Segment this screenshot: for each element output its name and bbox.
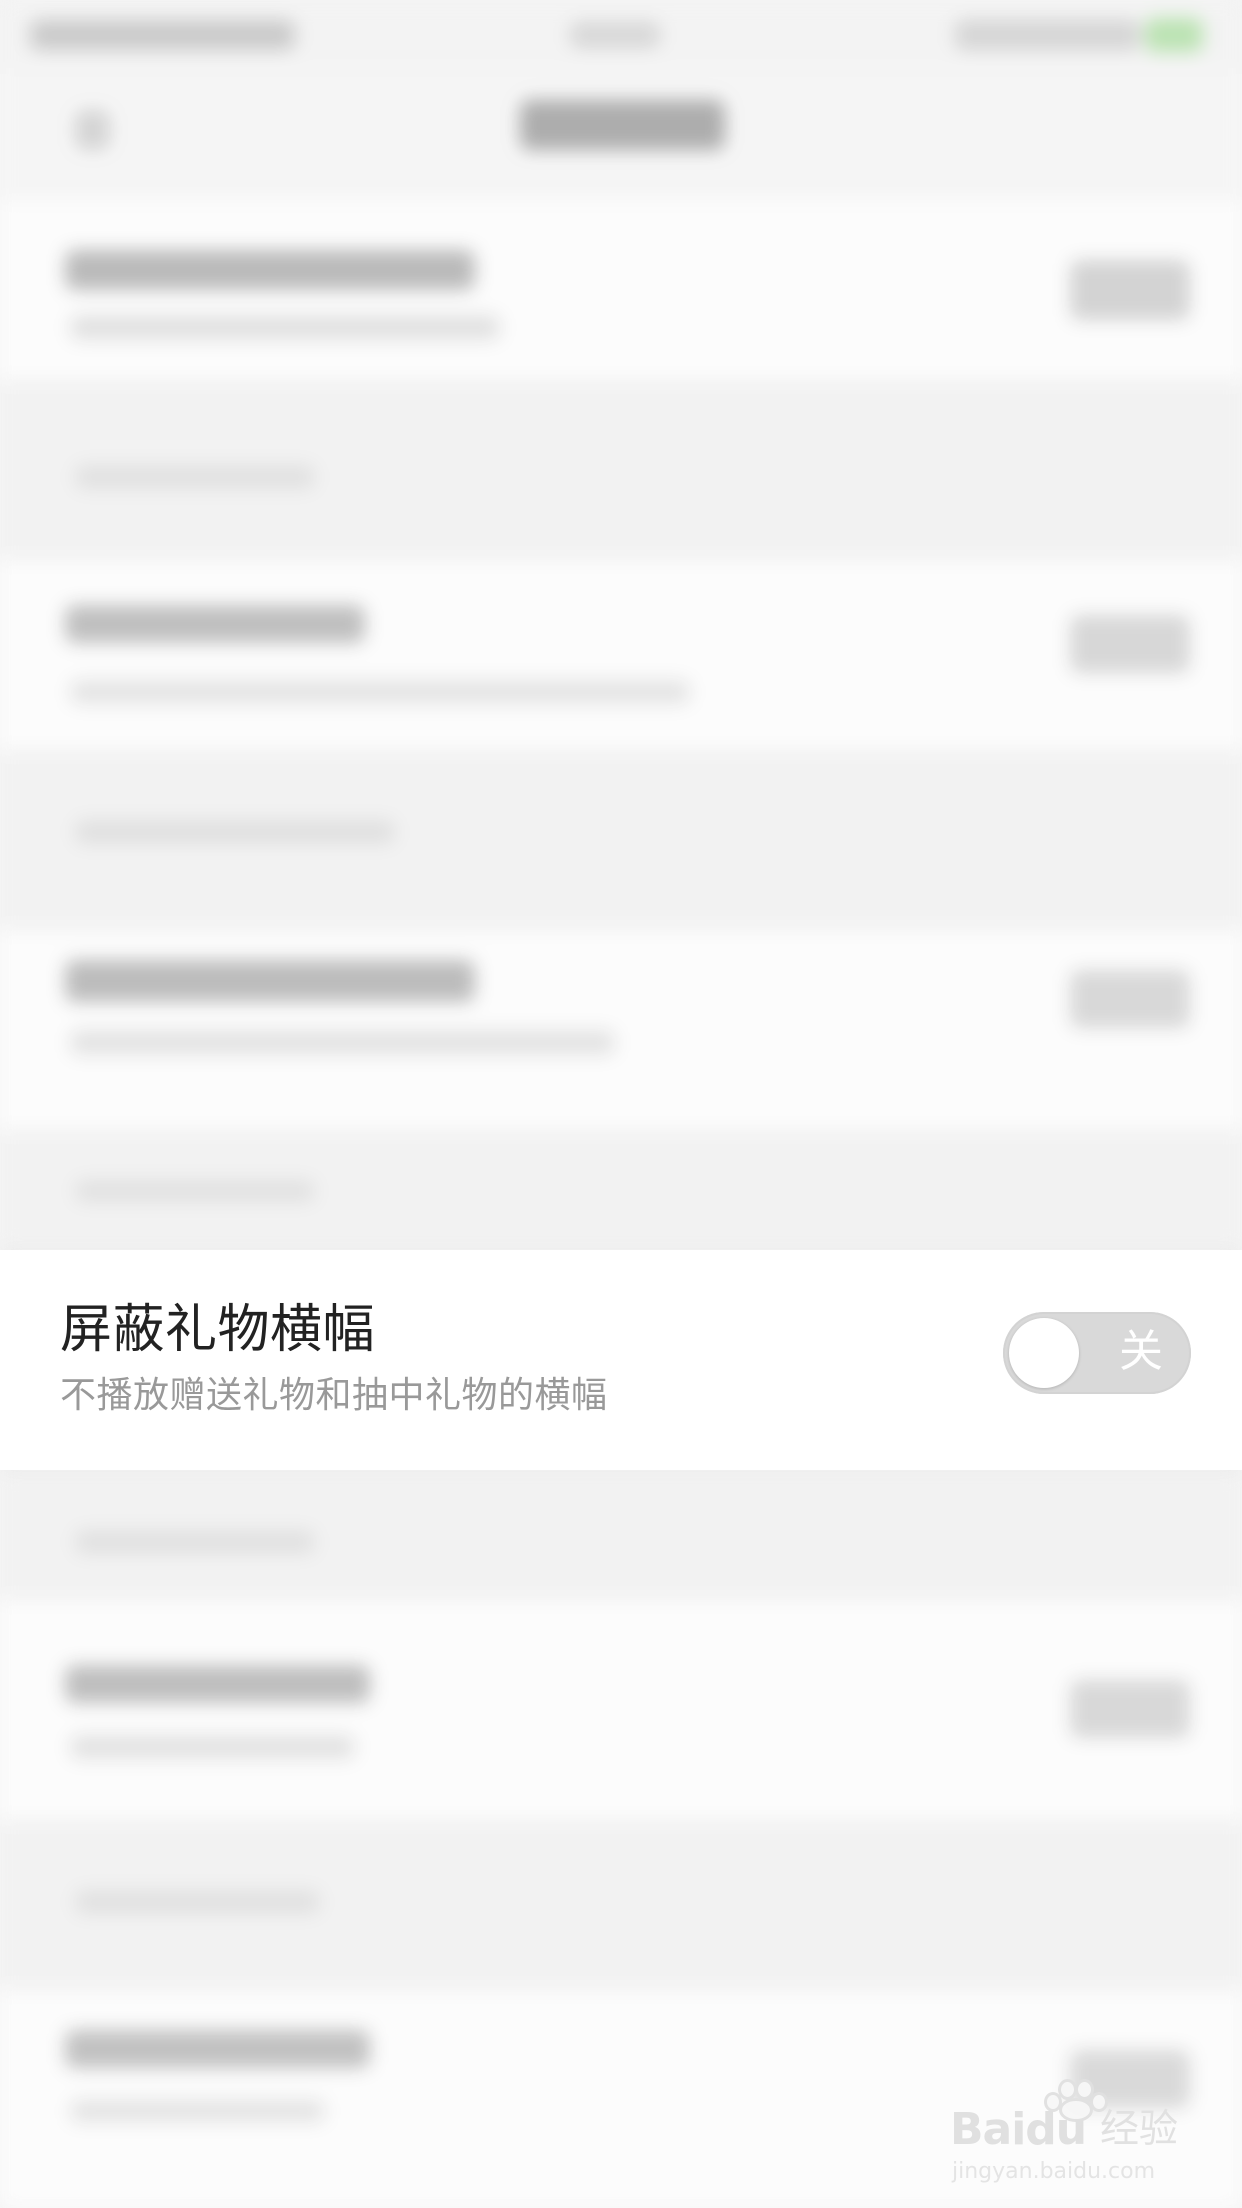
blurred-row-5-subtitle [70, 2100, 325, 2122]
blurred-section-2-label [75, 820, 395, 844]
setting-title: 屏蔽礼物横幅 [60, 1300, 376, 1360]
gift-banner-toggle[interactable]: 关 [1003, 1312, 1191, 1394]
blurred-toggle-4 [1070, 1680, 1190, 1738]
blurred-section-1-label [75, 465, 315, 489]
blurred-toggle-2 [1070, 615, 1190, 673]
watermark-brand: Baidu [950, 2104, 1087, 2155]
settings-page: 屏蔽礼物横幅 不播放赠送礼物和抽中礼物的横幅 关 Baidu 经验 jingya… [0, 0, 1242, 2208]
blurred-page-title [520, 100, 725, 150]
blurred-row-4-title [65, 1665, 370, 1703]
blurred-toggle-1 [1070, 260, 1190, 320]
baidu-jingyan-watermark: Baidu 经验 jingyan.baidu.com [950, 2075, 1195, 2185]
blurred-battery [1145, 18, 1203, 52]
blurred-back-icon [75, 110, 110, 150]
blurred-row-3-subtitle [70, 1030, 615, 1055]
watermark-suffix: 经验 [1100, 2107, 1179, 2152]
blurred-row-2 [0, 560, 1242, 750]
blurred-section-3-label [75, 1180, 315, 1202]
watermark-url: jingyan.baidu.com [952, 2159, 1156, 2184]
blurred-row-4-subtitle [70, 1735, 355, 1759]
blurred-section-5-label [75, 1890, 320, 1914]
blurred-row-1-title [65, 250, 475, 290]
blurred-row-4 [0, 1600, 1242, 1820]
blurred-toggle-3 [1070, 970, 1190, 1028]
blurred-row-2-subtitle [70, 680, 690, 704]
toggle-state-label: 关 [1119, 1326, 1163, 1377]
blurred-row-2-title [65, 605, 365, 643]
blurred-background [0, 0, 1242, 2208]
blurred-row-1 [0, 200, 1242, 380]
toggle-knob [1009, 1318, 1079, 1388]
blurred-row-5-title [65, 2030, 370, 2068]
blurred-status-center [570, 22, 660, 48]
blurred-status-left [30, 20, 295, 50]
blurred-row-1-subtitle [70, 315, 500, 340]
blurred-section-4-label [75, 1530, 315, 1554]
setting-subtitle: 不播放赠送礼物和抽中礼物的横幅 [60, 1375, 608, 1416]
blurred-row-3-title [65, 960, 475, 1002]
blurred-status-right [955, 20, 1140, 50]
